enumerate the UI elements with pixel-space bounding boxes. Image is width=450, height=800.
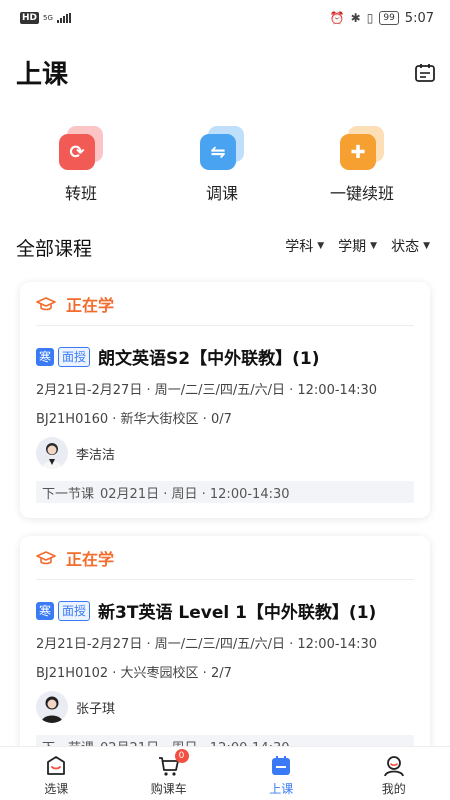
renew-class-label: 一键续班 — [329, 184, 394, 203]
course-schedule: 2月21日-2月27日 · 周一/二/三/四/五/六/日 · 12:00-14:… — [36, 637, 378, 652]
status-bar: HD 5G ⏰ ✱ ▯ 99 5:07 — [0, 0, 450, 36]
course-title: 朗文英语S2【中外联教】(1) — [98, 349, 320, 369]
switch-class-label: 转班 — [64, 184, 97, 203]
next-lesson-label: 下一节课 — [42, 737, 94, 747]
next-lesson: 下一节课 02月21日 · 周日 · 12:00-14:30 — [36, 735, 414, 746]
page-title: 上课 — [16, 60, 69, 90]
battery-icon: 99 — [379, 11, 399, 25]
select-course-icon — [47, 756, 66, 775]
caret-down-icon: ▼ — [317, 241, 325, 251]
course-card[interactable]: 正在学 寒 面授 朗文英语S2【中外联教】(1) 2月21日-2月27日 · 周… — [20, 282, 430, 518]
bluetooth-icon: ✱ — [350, 11, 361, 25]
avatar — [36, 437, 68, 469]
hd-indicator: HD — [20, 12, 40, 24]
adjust-lesson-label: 调课 — [205, 184, 238, 203]
course-card[interactable]: 正在学 寒 面授 新3T英语 Level 1【中外联教】(1) 2月21日-2月… — [20, 536, 430, 746]
class-icon — [272, 756, 291, 775]
nav-label: 选课 — [44, 782, 69, 796]
caret-down-icon: ▼ — [370, 241, 378, 251]
filter-term[interactable]: 学期 ▼ — [338, 236, 377, 256]
next-lesson-label: 下一节课 — [42, 486, 95, 502]
avatar — [36, 691, 68, 723]
course-title: 新3T英语 Level 1【中外联教】(1) — [98, 603, 377, 623]
vibrate-icon: ▯ — [366, 11, 374, 25]
adjust-lesson-icon: ⇋ — [200, 134, 236, 170]
nav-select-course[interactable]: 选课 — [0, 747, 113, 800]
page-header: 上课 — [0, 36, 450, 112]
course-section-header: 全部课程 学科 ▼ 学期 ▼ 状态 ▼ — [0, 212, 450, 272]
section-title: 全部课程 — [16, 238, 93, 260]
next-lesson-time: 02月21日 · 周日 · 12:00-14:30 — [100, 486, 290, 502]
course-schedule: 2月21日-2月27日 · 周一/二/三/四/五/六/日 · 12:00-14:… — [36, 383, 378, 398]
nav-label: 上课 — [269, 782, 294, 796]
teacher-name: 李洁洁 — [76, 447, 116, 463]
graduation-cap-icon — [36, 550, 56, 564]
caret-down-icon: ▼ — [423, 241, 430, 251]
filter-status[interactable]: 状态 ▼ — [391, 236, 430, 256]
quick-actions: ⟳ 转班 ⇋ 调课 ✚ 一键续班 — [0, 112, 450, 212]
course-status: 正在学 — [66, 295, 115, 315]
nav-label: 我的 — [381, 782, 406, 796]
nav-cart[interactable]: 0 购课车 — [113, 747, 226, 800]
mode-tag: 面授 — [58, 600, 91, 621]
clock: 5:07 — [404, 10, 434, 26]
nav-profile[interactable]: 我的 — [338, 747, 450, 800]
profile-icon — [383, 756, 404, 777]
graduation-cap-icon — [36, 296, 56, 310]
nav-class[interactable]: 上课 — [225, 747, 338, 800]
season-tag: 寒 — [36, 601, 55, 620]
calendar-icon[interactable] — [414, 62, 436, 84]
renew-class-icon: ✚ — [340, 134, 376, 170]
network-type: 5G — [43, 13, 53, 22]
course-location: BJ21H0160 · 新华大街校区 · 0/7 — [36, 412, 232, 427]
course-list: 正在学 寒 面授 朗文英语S2【中外联教】(1) 2月21日-2月27日 · 周… — [0, 272, 450, 746]
bottom-nav: 选课 0 购课车 上课 我的 — [0, 746, 450, 800]
signal-icon — [56, 13, 71, 23]
teacher-name: 张子琪 — [76, 701, 116, 717]
switch-class-icon: ⟳ — [59, 134, 95, 170]
course-status: 正在学 — [66, 549, 115, 569]
renew-class-button[interactable]: ✚ 一键续班 — [312, 126, 412, 204]
adjust-lesson-button[interactable]: ⇋ 调课 — [172, 126, 272, 204]
course-location: BJ21H0102 · 大兴枣园校区 · 2/7 — [36, 666, 232, 681]
switch-class-button[interactable]: ⟳ 转班 — [31, 126, 131, 204]
next-lesson-time: 02月21日 · 周日 · 12:00-14:30 — [100, 737, 290, 747]
season-tag: 寒 — [36, 347, 55, 366]
nav-label: 购课车 — [150, 782, 187, 796]
mode-tag: 面授 — [58, 346, 91, 367]
cart-badge: 0 — [174, 749, 189, 763]
alarm-icon: ⏰ — [329, 11, 345, 25]
filter-subject[interactable]: 学科 ▼ — [285, 236, 324, 256]
next-lesson: 下一节课 02月21日 · 周日 · 12:00-14:30 — [36, 481, 414, 503]
filter-bar: 学科 ▼ 学期 ▼ 状态 ▼ — [285, 236, 430, 256]
